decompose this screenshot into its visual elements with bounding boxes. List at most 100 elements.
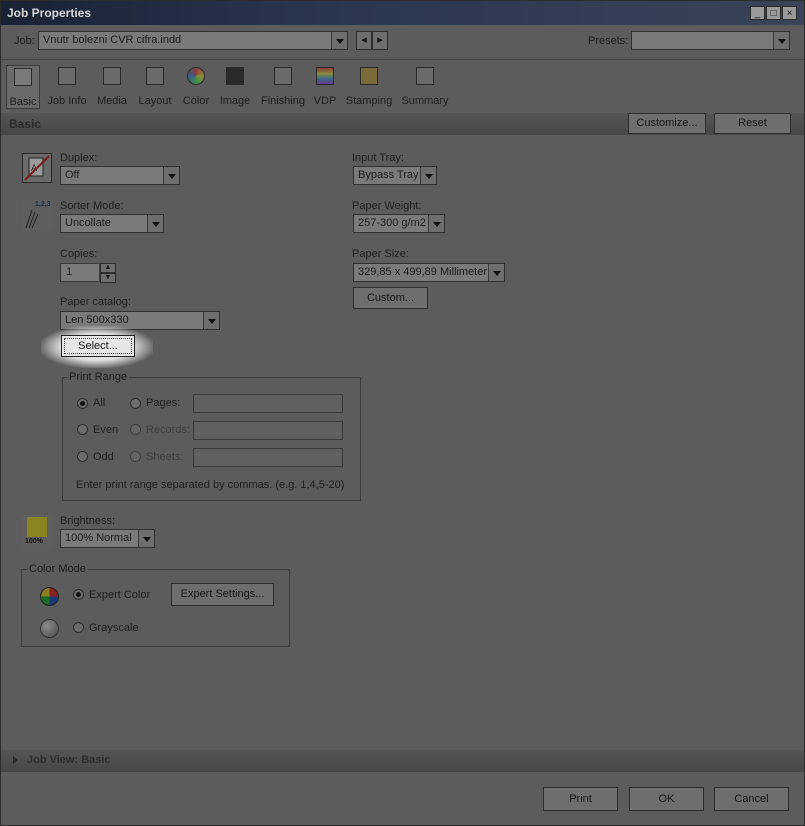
tab-job-info[interactable]: Job Info (45, 65, 89, 109)
tab-image[interactable]: Image (218, 65, 252, 109)
expert-color-radio[interactable] (73, 589, 84, 600)
brightness-label: Brightness: (60, 515, 116, 527)
window-title: Job Properties (7, 6, 92, 20)
vdp-icon (316, 67, 334, 85)
range-all-label: All (93, 397, 106, 409)
customize-button[interactable]: Customize... (628, 113, 706, 134)
tab-vdp[interactable]: VDP (312, 65, 338, 109)
paper-weight-select[interactable]: 257-300 g/m2 (353, 214, 445, 233)
minimize-button[interactable]: _ (750, 6, 765, 20)
range-even-radio[interactable] (77, 424, 88, 435)
tab-summary[interactable]: Summary (401, 65, 449, 109)
job-select-value: Vnutr bolezni CVR cifra.indd (43, 34, 182, 46)
job-view-bar[interactable]: Job View: Basic (1, 750, 804, 772)
copies-decrement-button[interactable]: ▼ (100, 273, 116, 283)
range-odd-radio[interactable] (77, 451, 88, 462)
expert-color-label: Expert Color (89, 589, 151, 601)
image-icon (226, 67, 244, 85)
sorter-select[interactable]: Uncollate (60, 214, 164, 233)
tab-basic[interactable]: Basic (6, 65, 40, 109)
sorter-label: Sorter Mode: (60, 200, 124, 212)
grayscale-icon (40, 619, 59, 638)
chevron-down-icon (163, 167, 179, 184)
cancel-button[interactable]: Cancel (714, 787, 789, 811)
sun-icon (27, 517, 47, 537)
copies-input[interactable]: 1 (60, 263, 100, 282)
range-sheets-label: Sheets: (146, 451, 184, 463)
print-range-hint: Enter print range separated by commas. (… (76, 479, 345, 491)
duplex-label: Duplex: (60, 152, 98, 164)
chevron-down-icon (428, 215, 444, 232)
duplex-select[interactable]: Off (60, 166, 180, 185)
job-info-icon (58, 67, 76, 85)
tab-color[interactable]: Color (180, 65, 212, 109)
pages-input[interactable] (193, 394, 343, 413)
close-button[interactable]: × (782, 6, 797, 20)
copies-increment-button[interactable]: ▲ (100, 263, 116, 273)
tab-job-info-label: Job Info (47, 95, 87, 107)
tab-stamping[interactable]: Stamping (345, 65, 393, 109)
job-select[interactable]: Vnutr bolezni CVR cifra.indd (38, 31, 348, 50)
basic-icon (14, 68, 32, 86)
summary-icon (416, 67, 434, 85)
input-tray-select[interactable]: Bypass Tray (353, 166, 437, 185)
arrow-right-icon: ▸ (377, 34, 383, 46)
presets-select[interactable] (631, 31, 790, 50)
chevron-down-icon (138, 530, 154, 547)
range-pages-radio[interactable] (130, 398, 141, 409)
chevron-down-icon (488, 264, 504, 281)
paper-catalog-label: Paper catalog: (60, 296, 131, 308)
prev-job-button[interactable]: ◂ (356, 31, 372, 50)
reset-button[interactable]: Reset (714, 113, 791, 134)
paper-catalog-value: Len 500x330 (65, 314, 129, 326)
layout-icon (146, 67, 164, 85)
chevron-down-icon: ▼ (104, 274, 112, 281)
tab-layout[interactable]: Layout (136, 65, 174, 109)
print-button[interactable]: Print (543, 787, 618, 811)
paper-catalog-select-button[interactable]: Select... (61, 335, 135, 357)
grayscale-label: Grayscale (89, 622, 139, 634)
ok-button[interactable]: OK (629, 787, 704, 811)
copies-value: 1 (66, 266, 73, 278)
range-odd-label: Odd (93, 451, 114, 463)
chevron-down-icon (203, 312, 219, 329)
chevron-down-icon (147, 215, 163, 232)
tab-finishing[interactable]: Finishing (260, 65, 306, 109)
sorter-select-value: Uncollate (65, 217, 111, 229)
print-range-title: Print Range (67, 371, 130, 383)
brightness-value: 100% Normal (65, 532, 132, 544)
paper-size-select[interactable]: 329,85 x 499,89 Millimeter (353, 263, 505, 282)
job-label: Job: (14, 35, 35, 47)
tab-layout-label: Layout (138, 95, 172, 107)
paper-weight-value: 257-300 g/m2 (358, 217, 426, 229)
maximize-button[interactable]: □ (766, 6, 781, 20)
tab-vdp-label: VDP (313, 95, 337, 107)
range-records-label: Records: (146, 424, 191, 436)
sheets-input[interactable] (193, 448, 343, 467)
paper-weight-label: Paper Weight: (352, 200, 422, 212)
records-input[interactable] (193, 421, 343, 440)
input-tray-label: Input Tray: (352, 152, 404, 164)
paper-size-custom-button[interactable]: Custom... (353, 287, 428, 309)
stamping-icon (360, 67, 378, 85)
expand-arrow-icon (13, 756, 18, 764)
arrow-left-icon: ◂ (361, 34, 367, 46)
brightness-select[interactable]: 100% Normal (60, 529, 155, 548)
paper-size-value: 329,85 x 499,89 Millimeter (358, 266, 488, 278)
section-title: Basic (9, 117, 42, 131)
range-records-radio[interactable] (130, 424, 141, 435)
expert-settings-button[interactable]: Expert Settings... (171, 583, 274, 606)
sorter-icon: 1,2,3 (22, 200, 52, 230)
duplex-select-value: Off (65, 169, 80, 181)
paper-size-label: Paper Size: (352, 248, 409, 260)
tab-finishing-label: Finishing (260, 95, 306, 107)
next-job-button[interactable]: ▸ (372, 31, 388, 50)
range-pages-label: Pages: (146, 397, 181, 409)
range-sheets-radio[interactable] (130, 451, 141, 462)
tab-media[interactable]: Media (95, 65, 129, 109)
duplex-icon: A (22, 153, 52, 183)
chevron-up-icon: ▲ (104, 264, 112, 271)
grayscale-radio[interactable] (73, 622, 84, 633)
range-all-radio[interactable] (77, 398, 88, 409)
tab-media-label: Media (97, 95, 127, 107)
